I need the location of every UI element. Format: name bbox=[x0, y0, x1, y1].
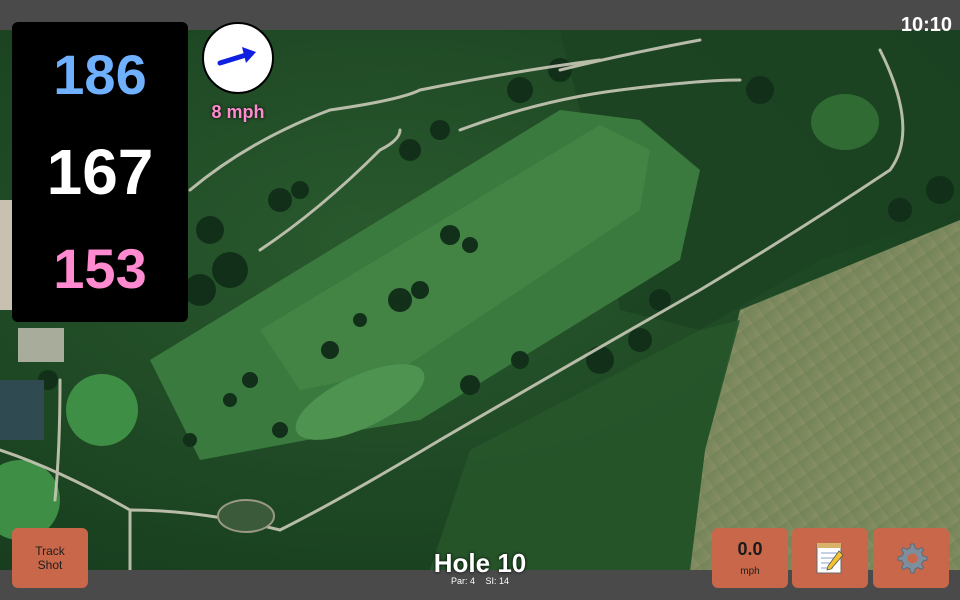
settings-button[interactable] bbox=[873, 528, 949, 588]
wind-dial bbox=[202, 22, 274, 94]
hole-title: Hole 10 bbox=[433, 548, 527, 578]
wind-arrow-icon bbox=[217, 47, 256, 66]
distance-front: 153 bbox=[53, 237, 147, 301]
hole-stroke-index: SI: 14 bbox=[485, 576, 510, 586]
distance-back: 186 bbox=[53, 42, 147, 106]
wind-speed: 8 mph bbox=[211, 102, 265, 122]
speed-value: 0.0 bbox=[737, 539, 763, 559]
distance-panel: 186 167 153 bbox=[12, 22, 188, 322]
track-shot-button[interactable]: Track Shot bbox=[12, 528, 88, 588]
notepad-icon bbox=[816, 543, 844, 574]
hole-info: Hole 10 Par: 4 SI: 14 bbox=[400, 548, 560, 586]
track-shot-label-line1: Track bbox=[35, 544, 65, 558]
speed-button[interactable]: 0.0 mph bbox=[712, 528, 788, 588]
hole-par: Par: 4 bbox=[450, 576, 475, 586]
track-shot-label-line2: Shot bbox=[37, 558, 63, 572]
hole-details: Par: 4 SI: 14 bbox=[400, 576, 560, 586]
clock: 10:10 bbox=[900, 14, 952, 36]
notes-button[interactable] bbox=[792, 528, 868, 588]
gear-icon bbox=[897, 543, 928, 574]
distance-middle: 167 bbox=[46, 135, 154, 208]
wind-indicator: 8 mph bbox=[200, 22, 276, 123]
speed-unit: mph bbox=[740, 566, 760, 577]
golf-gps-screen: 10:10 186 167 153 8 mph Track Shot Hole … bbox=[0, 0, 960, 600]
